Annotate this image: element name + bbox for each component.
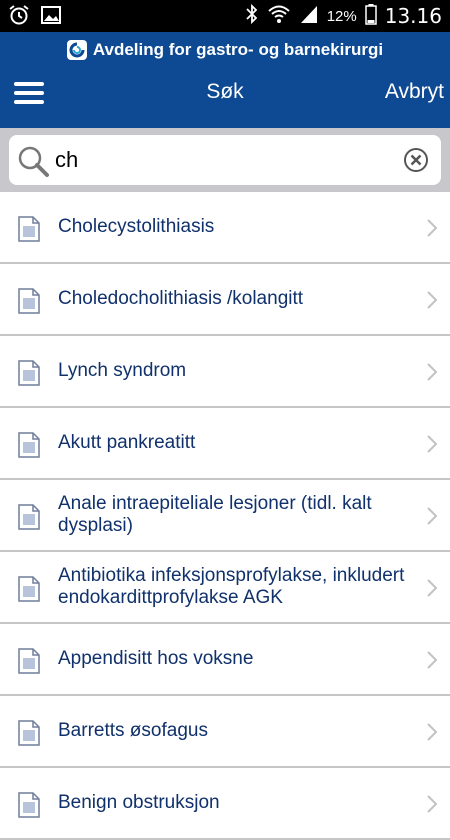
- chevron-right-icon: [426, 218, 438, 243]
- signal-icon: [299, 3, 319, 30]
- list-item-label: Benign obstruksjon: [58, 792, 220, 813]
- list-item[interactable]: Benign obstruksjon: [0, 768, 450, 840]
- chevron-right-icon: [426, 506, 438, 531]
- page-title: Søk: [206, 80, 244, 103]
- list-item-label: Cholecystolithiasis: [58, 216, 215, 237]
- chevron-right-icon: [426, 362, 438, 387]
- search-icon: [17, 145, 51, 184]
- alarm-icon: [8, 4, 30, 31]
- battery-percent: 12%: [326, 7, 357, 25]
- app-title: Avdeling for gastro- og barnekirurgi: [92, 40, 384, 59]
- wifi-icon: [267, 3, 291, 30]
- chevron-right-icon: [426, 578, 438, 603]
- document-icon: [18, 576, 40, 607]
- list-item[interactable]: Lynch syndrom: [0, 336, 450, 408]
- bluetooth-icon: [245, 3, 259, 30]
- search-input[interactable]: [55, 143, 395, 177]
- list-item[interactable]: Barretts øsofagus: [0, 696, 450, 768]
- document-icon: [18, 360, 40, 391]
- app-header: Avdeling for gastro- og barnekirurgi Søk…: [0, 32, 450, 128]
- chevron-right-icon: [426, 290, 438, 315]
- clock: 13.16: [384, 4, 442, 28]
- gallery-icon: [40, 4, 62, 31]
- chevron-right-icon: [426, 434, 438, 459]
- search-box[interactable]: [9, 135, 441, 185]
- document-icon: [18, 432, 40, 463]
- document-icon: [18, 504, 40, 535]
- list-item-label: Lynch syndrom: [58, 360, 187, 381]
- document-icon: [18, 720, 40, 751]
- list-item[interactable]: Akutt pankreatitt: [0, 408, 450, 480]
- list-item[interactable]: Antibiotika infeksjonsprofylakse, inklud…: [0, 552, 450, 624]
- list-item-label: Barretts øsofagus: [58, 720, 208, 741]
- list-item[interactable]: Cholecystolithiasis: [0, 192, 450, 264]
- chevron-right-icon: [426, 722, 438, 747]
- document-icon: [18, 216, 40, 247]
- list-item[interactable]: Choledocholithiasis /kolangitt: [0, 264, 450, 336]
- clear-icon[interactable]: [403, 147, 429, 178]
- list-item-label: Appendisitt hos voksne: [58, 648, 254, 669]
- app-logo-icon: [66, 40, 87, 60]
- document-icon: [18, 288, 40, 319]
- chevron-right-icon: [426, 650, 438, 675]
- document-icon: [18, 648, 40, 679]
- cancel-button[interactable]: Avbryt: [385, 80, 444, 104]
- document-icon: [18, 792, 40, 823]
- search-bar: [0, 128, 450, 192]
- status-bar: 12% 13.16: [0, 0, 450, 32]
- results-list: Cholecystolithiasis Choledocholithiasis …: [0, 192, 450, 840]
- chevron-right-icon: [426, 794, 438, 819]
- list-item-label: Antibiotika infeksjonsprofylakse, inklud…: [58, 565, 405, 608]
- list-item-label: Anale intraepiteliale lesjoner (tidl. ka…: [58, 493, 372, 536]
- list-item-label: Choledocholithiasis /kolangitt: [58, 288, 304, 309]
- menu-icon[interactable]: [14, 82, 44, 104]
- list-item[interactable]: Anale intraepiteliale lesjoner (tidl. ka…: [0, 480, 450, 552]
- battery-icon: [364, 3, 377, 30]
- list-item[interactable]: Appendisitt hos voksne: [0, 624, 450, 696]
- list-item-label: Akutt pankreatitt: [58, 432, 196, 453]
